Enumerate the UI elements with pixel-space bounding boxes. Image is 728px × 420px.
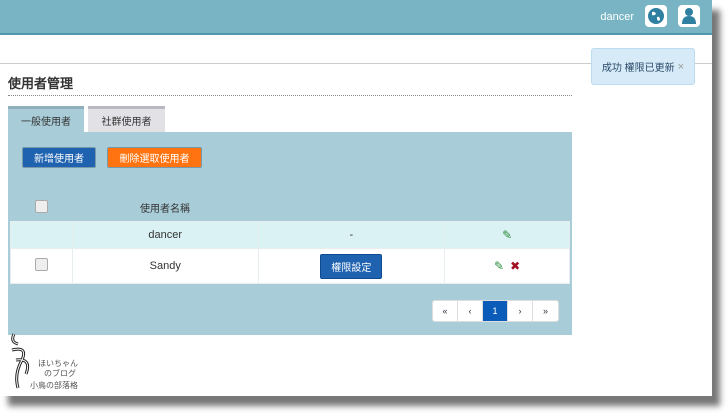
svg-text:ほいちゃん: ほいちゃん	[38, 359, 78, 368]
prev-page-button[interactable]: ‹	[458, 301, 483, 321]
delete-icon[interactable]: ✖	[510, 259, 520, 273]
page-1-button[interactable]: 1	[483, 301, 508, 321]
username[interactable]: dancer	[600, 11, 634, 23]
title-divider	[8, 95, 572, 96]
next-page-button[interactable]: ›	[508, 301, 533, 321]
row-checkbox[interactable]	[35, 258, 48, 271]
top-header: dancer	[0, 0, 712, 35]
column-header-username: 使用者名稱	[72, 200, 258, 215]
success-toast: 成功 權限已更新 ×	[591, 48, 695, 85]
tab-social-users[interactable]: 社群使用者	[88, 106, 165, 132]
page-title: 使用者管理	[8, 73, 73, 92]
table-row: Sandy 權限設定 ✎ ✖	[11, 249, 570, 284]
toast-message: 成功 權限已更新	[602, 59, 675, 74]
pencil-icon[interactable]: ✎	[502, 228, 512, 242]
select-all-checkbox[interactable]	[35, 200, 48, 213]
table-row: dancer - ✎	[11, 222, 570, 249]
user-name: Sandy	[72, 249, 258, 284]
delete-selected-users-button[interactable]: 刪除選取使用者	[107, 147, 202, 168]
users-table: dancer - ✎ Sandy 權限設定 ✎ ✖	[10, 221, 570, 284]
svg-text:小鳥の部落格: 小鳥の部落格	[30, 380, 78, 390]
user-icon[interactable]	[678, 5, 700, 27]
permission-settings-button[interactable]: 權限設定	[320, 254, 382, 279]
tab-general-users[interactable]: 一般使用者	[8, 106, 84, 132]
add-user-button[interactable]: 新增使用者	[22, 147, 96, 168]
watermark-logo: ほいちゃん のブログ 小鳥の部落格	[8, 330, 98, 392]
pencil-icon[interactable]: ✎	[494, 259, 504, 273]
close-icon[interactable]: ×	[678, 61, 684, 73]
svg-text:のブログ: のブログ	[44, 368, 76, 378]
tab-panel: 新增使用者 刪除選取使用者 使用者名稱 dancer - ✎ Sandy 權限設…	[8, 132, 572, 335]
globe-icon[interactable]	[645, 5, 667, 27]
page: dancer 成功 權限已更新 × 使用者管理 一般使用者 社群使用者 新增使用…	[0, 0, 712, 396]
pagination: « ‹ 1 › »	[432, 300, 559, 322]
last-page-button[interactable]: »	[533, 301, 558, 321]
first-page-button[interactable]: «	[433, 301, 458, 321]
user-name: dancer	[72, 222, 258, 249]
permission-cell: -	[258, 222, 445, 249]
